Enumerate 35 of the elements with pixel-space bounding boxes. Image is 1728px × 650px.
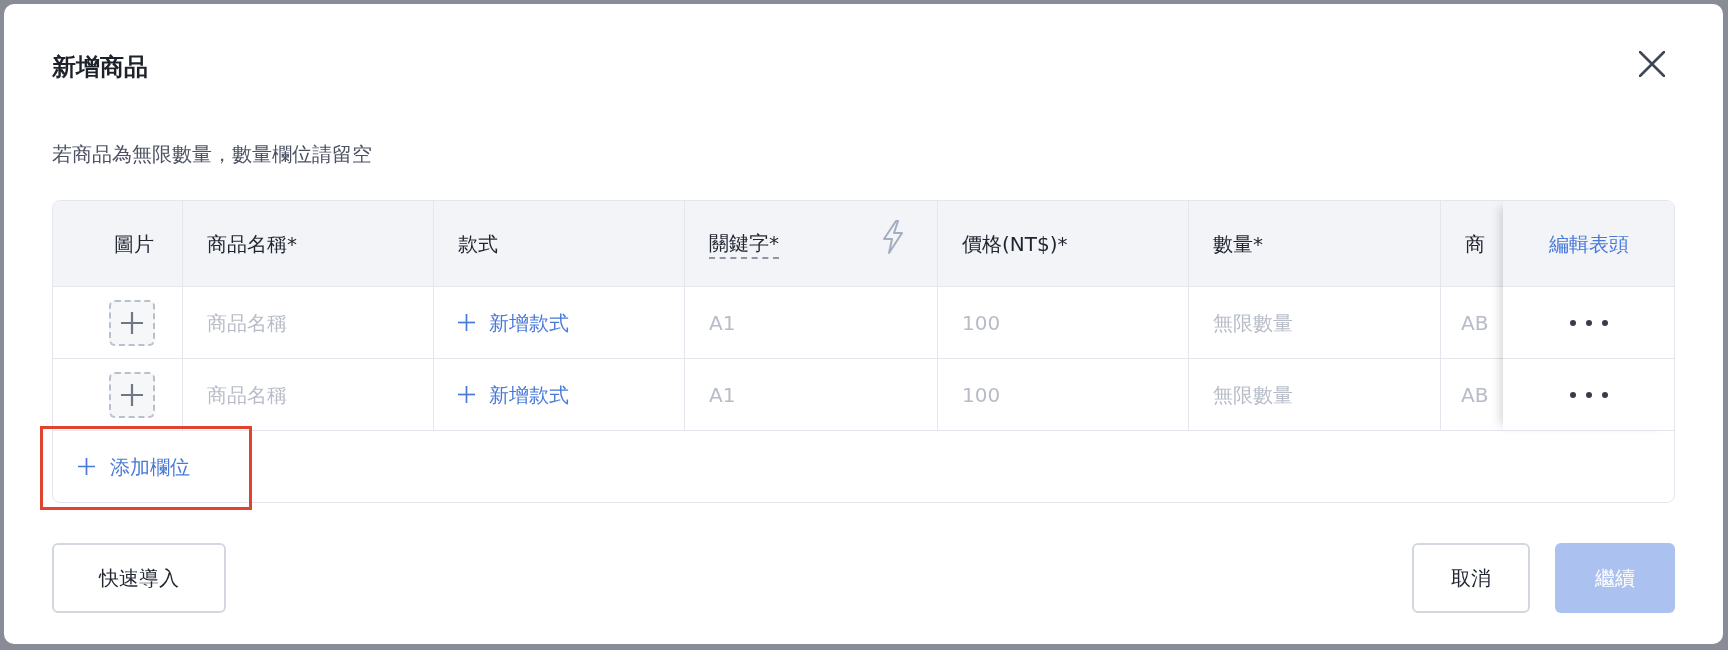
add-variant-button[interactable]: 新增款式 xyxy=(458,308,569,337)
add-variant-button[interactable]: 新增款式 xyxy=(458,380,569,409)
column-header: 商品名稱* xyxy=(207,230,297,258)
plus-icon xyxy=(458,386,475,403)
column-header: 款式 xyxy=(458,230,498,258)
more-icon xyxy=(1569,319,1608,326)
plus-icon xyxy=(121,383,143,406)
image-upload-button[interactable] xyxy=(109,371,155,418)
dialog-note: 若商品為無限數量，數量欄位請留空 xyxy=(52,141,373,168)
price-input[interactable]: 100 xyxy=(938,359,1188,430)
table-input[interactable]: AB xyxy=(1441,287,1503,358)
table-input[interactable]: AB xyxy=(1441,359,1503,430)
plus-icon xyxy=(78,458,95,475)
edit-header-link[interactable]: 編輯表頭 xyxy=(1548,229,1629,258)
image-upload-button[interactable] xyxy=(109,299,155,346)
column-header: 價格(NT$)* xyxy=(962,230,1068,258)
cancel-button[interactable]: 取消 xyxy=(1412,543,1530,613)
quick-import-button[interactable]: 快速導入 xyxy=(52,543,226,613)
add-column-button[interactable]: 添加欄位 xyxy=(78,452,190,481)
close-icon xyxy=(1639,51,1665,77)
column-header: 關鍵字* xyxy=(709,228,779,259)
product-name-input[interactable]: 商品名稱 xyxy=(183,287,433,358)
column-header: 圖片 xyxy=(114,230,154,258)
quantity-input[interactable]: 無限數量 xyxy=(1189,359,1440,430)
column-header: 商 xyxy=(1465,230,1485,258)
price-input[interactable]: 100 xyxy=(938,287,1188,358)
column-header: 數量* xyxy=(1213,230,1263,258)
more-icon xyxy=(1569,391,1608,398)
keyword-input[interactable]: A1 xyxy=(685,287,937,358)
quantity-input[interactable]: 無限數量 xyxy=(1189,287,1440,358)
keyword-input[interactable]: A1 xyxy=(685,359,937,430)
product-name-input[interactable]: 商品名稱 xyxy=(183,359,433,430)
plus-icon xyxy=(121,311,143,334)
dialog-title: 新增商品 xyxy=(52,52,148,83)
plus-icon xyxy=(458,314,475,331)
